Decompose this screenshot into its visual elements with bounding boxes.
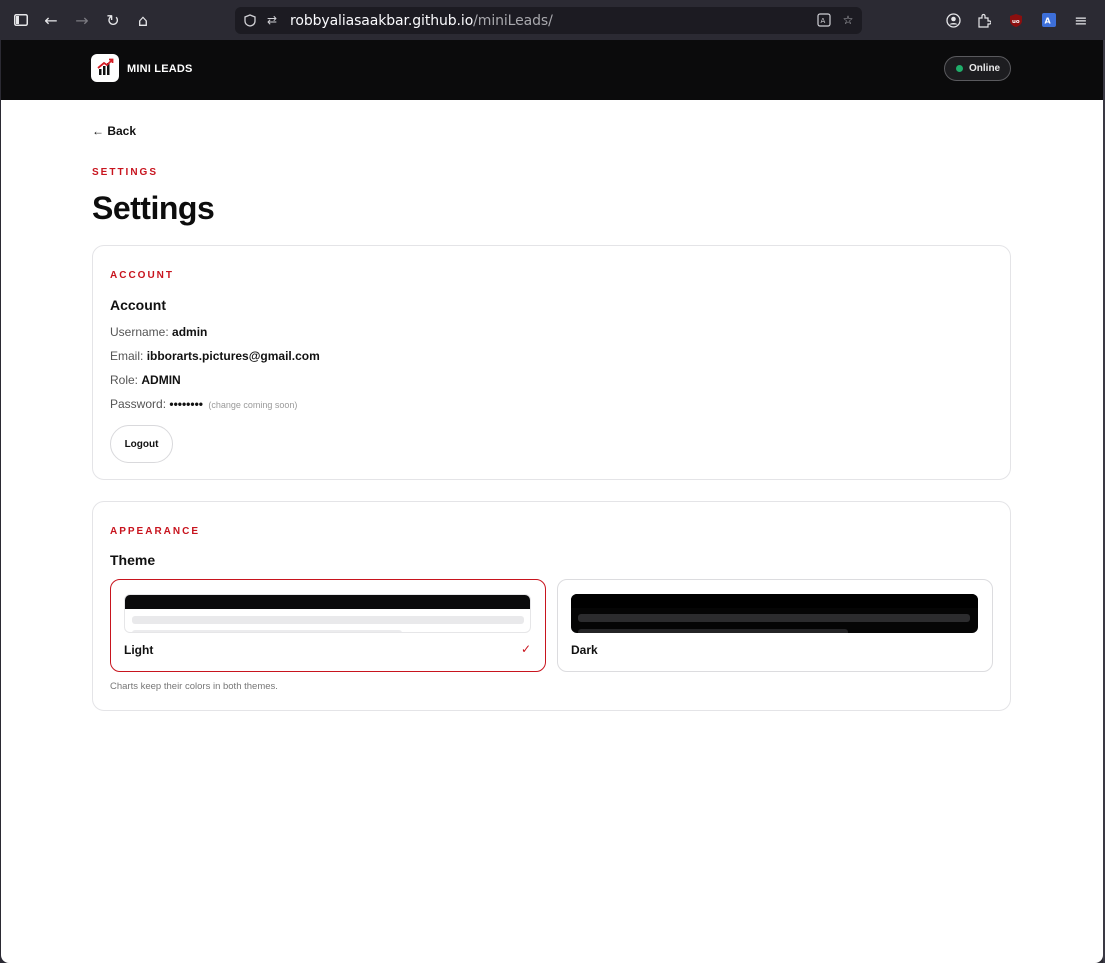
svg-text:A: A — [1045, 17, 1052, 26]
dark-theme-preview — [571, 594, 978, 633]
menu-icon[interactable]: ≡ — [1069, 8, 1093, 32]
url-bar[interactable]: ⇄ robbyaliasaakbar.github.io/miniLeads/ … — [235, 7, 862, 34]
page-title: Settings — [92, 190, 215, 226]
bookmark-star-icon[interactable]: ☆ — [840, 12, 856, 28]
home-icon[interactable]: ⌂ — [131, 8, 155, 32]
svg-text:A: A — [821, 17, 826, 25]
extensions-icon[interactable] — [972, 8, 996, 32]
translator-extension-icon[interactable]: A — [1037, 8, 1061, 32]
app-header: MINI LEADS Online — [1, 40, 1103, 100]
svg-text:uo: uo — [1012, 19, 1020, 25]
email-label: Email: — [110, 349, 144, 363]
email-row: Email: ibborarts.pictures@gmail.com — [110, 349, 320, 363]
username-value: admin — [172, 325, 208, 339]
role-row: Role: ADMIN — [110, 373, 181, 387]
appearance-card: APPEARANCE Theme Light ✓ Dark Charts kee… — [92, 501, 1011, 711]
email-value: ibborarts.pictures@gmail.com — [146, 349, 320, 363]
theme-label-dark: Dark — [571, 643, 598, 657]
account-title: Account — [110, 297, 166, 313]
role-value: ADMIN — [141, 373, 181, 387]
page-eyebrow: SETTINGS — [92, 167, 159, 178]
page-viewport: MINI LEADS Online ← Back SETTINGS Settin… — [1, 40, 1103, 963]
shield-icon[interactable] — [242, 12, 258, 28]
sidebar-toggle-icon[interactable] — [9, 8, 33, 32]
appearance-eyebrow: APPEARANCE — [110, 526, 201, 537]
light-theme-preview — [124, 594, 531, 633]
account-card: ACCOUNT Account Username: admin Email: i… — [92, 245, 1011, 480]
site-permissions-icon[interactable]: ⇄ — [264, 12, 280, 28]
password-row: Password: •••••••• (change coming soon) — [110, 397, 297, 411]
theme-hint: Charts keep their colors in both themes. — [110, 681, 278, 692]
brand-name[interactable]: MINI LEADS — [127, 63, 193, 75]
status-badge: Online — [944, 56, 1011, 81]
browser-toolbar: ← → ↻ ⌂ ⇄ robbyaliasaakbar.github.io/min… — [0, 0, 1105, 40]
reload-icon[interactable]: ↻ — [101, 8, 125, 32]
status-dot-icon — [956, 65, 963, 72]
url-text: robbyaliasaakbar.github.io/miniLeads/ — [290, 13, 553, 29]
username-label: Username: — [110, 325, 169, 339]
logo-icon[interactable] — [91, 54, 119, 82]
translate-icon[interactable]: A — [816, 12, 832, 28]
back-link[interactable]: ← Back — [92, 124, 136, 138]
theme-title: Theme — [110, 552, 156, 568]
theme-label-light: Light — [124, 643, 154, 657]
password-note: (change coming soon) — [208, 400, 298, 410]
role-label: Role: — [110, 373, 139, 387]
username-row: Username: admin — [110, 325, 207, 339]
status-text: Online — [969, 63, 1001, 74]
theme-option-light[interactable]: Light ✓ — [110, 579, 546, 672]
account-icon[interactable] — [941, 8, 965, 32]
check-icon: ✓ — [520, 642, 531, 656]
password-value: •••••••• — [169, 397, 203, 411]
forward-arrow-icon[interactable]: → — [70, 8, 94, 32]
back-arrow-icon[interactable]: ← — [39, 8, 63, 32]
account-eyebrow: ACCOUNT — [110, 270, 174, 281]
logout-button[interactable]: Logout — [110, 425, 173, 463]
ublock-icon[interactable]: uo — [1004, 8, 1028, 32]
theme-option-dark[interactable]: Dark — [557, 579, 993, 672]
password-label: Password: — [110, 397, 167, 411]
